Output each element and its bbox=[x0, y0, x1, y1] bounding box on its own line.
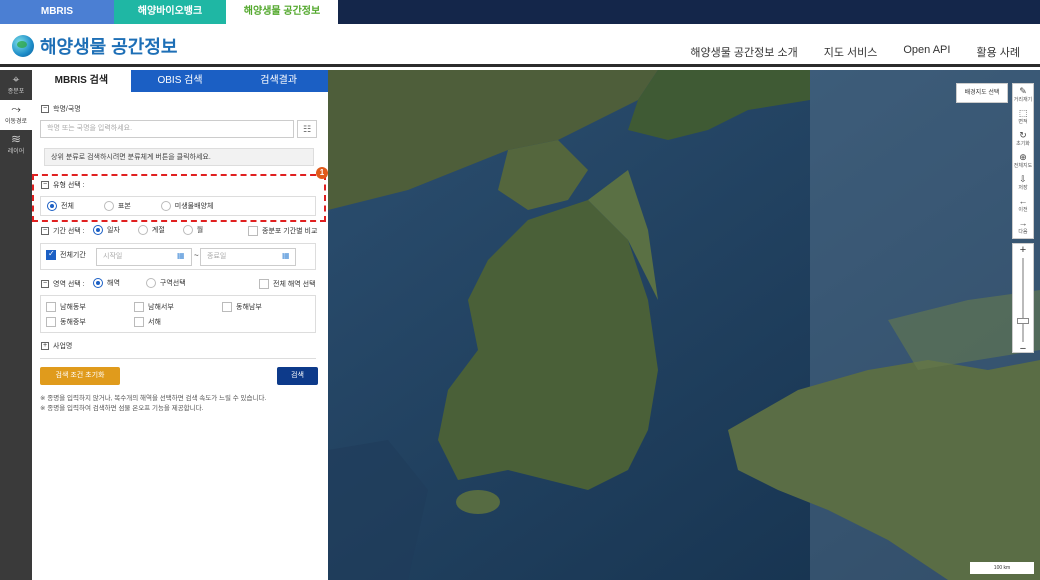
rail-migration[interactable]: ⤳ 이동경로 bbox=[0, 100, 32, 130]
minus-icon: − bbox=[41, 227, 49, 235]
zoom-slider-track[interactable] bbox=[1017, 258, 1029, 342]
type-all-radio[interactable]: 전체 bbox=[47, 201, 74, 211]
period-month-radio[interactable]: 월 bbox=[182, 225, 203, 235]
top-tab-bar: MBRIS 해양바이오뱅크 해양생물 공간정보 bbox=[0, 0, 1040, 24]
route-icon: ⤳ bbox=[11, 102, 21, 116]
main-nav: 해양생물 공간정보 소개 지도 서비스 Open API 활용 사례 bbox=[690, 44, 1020, 60]
taxonomy-button[interactable]: ☷ bbox=[297, 120, 317, 138]
logo-text: 해양생물 공간정보 bbox=[40, 37, 178, 57]
nav-intro[interactable]: 해양생물 공간정보 소개 bbox=[690, 44, 797, 60]
period-title[interactable]: − 기간 선택 : bbox=[41, 226, 85, 236]
all-sea-checkbox[interactable]: 전체 해역 선택 bbox=[259, 279, 316, 289]
refresh-icon: ↻ bbox=[1019, 130, 1027, 140]
classify-info: 상위 분류로 검색하시려면 분류체계 버튼을 클릭하세요. bbox=[44, 148, 314, 166]
region-checkbox[interactable]: 동해중부 bbox=[46, 317, 86, 327]
minus-icon: − bbox=[41, 280, 49, 288]
nav-map-service[interactable]: 지도 서비스 bbox=[824, 44, 878, 60]
ruler-icon: ✎ bbox=[1019, 86, 1027, 96]
type-options: 전체 표본 미생물배양체 bbox=[40, 196, 316, 216]
region-checkbox[interactable]: 서해 bbox=[134, 317, 161, 327]
nav-open-api[interactable]: Open API bbox=[903, 44, 950, 60]
project-title[interactable]: + 사업명 bbox=[41, 341, 72, 351]
zoom-out-button[interactable]: − bbox=[1013, 344, 1033, 355]
tab-search-results[interactable]: 검색결과 bbox=[229, 70, 329, 92]
region-checkbox[interactable]: 남해동부 bbox=[46, 302, 86, 312]
rail-distribution[interactable]: ⌖ 종분포 bbox=[0, 70, 32, 100]
download-icon: ⇩ bbox=[1019, 174, 1027, 184]
tab-obis-search[interactable]: OBIS 검색 bbox=[130, 70, 230, 92]
globe-logo-icon bbox=[12, 35, 34, 57]
minus-icon: − bbox=[41, 105, 49, 113]
tab-marine-biobank[interactable]: 해양바이오뱅크 bbox=[114, 0, 226, 24]
sci-name-title[interactable]: − 학명/국명 bbox=[41, 104, 81, 114]
scale-bar: 100 km bbox=[970, 562, 1034, 574]
type-specimen-radio[interactable]: 표본 bbox=[103, 201, 131, 211]
tab-mbris-search[interactable]: MBRIS 검색 bbox=[32, 70, 131, 92]
type-title[interactable]: − 유형 선택 : bbox=[41, 180, 85, 190]
region-list bbox=[40, 295, 316, 333]
region-checkbox[interactable]: 동해남부 bbox=[222, 302, 262, 312]
area-select-radio[interactable]: 구역선택 bbox=[145, 278, 186, 288]
satellite-map[interactable] bbox=[328, 70, 1040, 580]
full-map-tool[interactable]: ⊕ 전체지도 bbox=[1013, 150, 1033, 172]
next-tool[interactable]: → 다음 bbox=[1013, 216, 1033, 238]
section-label: 학명/국명 bbox=[53, 106, 81, 113]
reset-button[interactable]: 검색 조건 초기화 bbox=[40, 367, 120, 385]
reset-tool[interactable]: ↻ 초기화 bbox=[1013, 128, 1033, 150]
left-rail: ⌖ 종분포 ⤳ 이동경로 ≋ 레이어 bbox=[0, 70, 32, 580]
type-microbe-radio[interactable]: 미생물배양체 bbox=[160, 201, 213, 211]
zoom-in-button[interactable]: + bbox=[1013, 244, 1033, 256]
arrow-left-icon: ← bbox=[1018, 196, 1028, 206]
zoom-slider-handle[interactable] bbox=[1017, 318, 1029, 324]
rail-layer[interactable]: ≋ 레이어 bbox=[0, 130, 32, 160]
area-tool[interactable]: ⬚ 면적 bbox=[1013, 106, 1033, 128]
prev-tool[interactable]: ← 이전 bbox=[1013, 194, 1033, 216]
layers-icon: ≋ bbox=[10, 132, 22, 146]
map-imagery[interactable] bbox=[328, 70, 1040, 580]
site-logo[interactable]: 해양생물 공간정보 bbox=[12, 33, 177, 59]
rail-label: 이동경로 bbox=[4, 119, 28, 125]
minus-icon: − bbox=[41, 181, 49, 189]
nav-use-cases[interactable]: 활용 사례 bbox=[976, 44, 1020, 60]
section-label: 기간 선택 : bbox=[53, 228, 85, 235]
step-badge: 1 bbox=[316, 167, 328, 179]
plus-icon: + bbox=[41, 342, 49, 350]
region-checkbox[interactable]: 남해서부 bbox=[134, 302, 174, 312]
section-label: 사업명 bbox=[53, 343, 73, 350]
note-line: ※ 종명을 입력하지 않거나, 복수개의 해역을 선택하면 검색 속도가 느릴 … bbox=[40, 395, 267, 402]
calendar-icon[interactable]: ▦ bbox=[177, 251, 185, 260]
tab-mbris[interactable]: MBRIS bbox=[0, 0, 114, 24]
distance-tool[interactable]: ✎ 거리재기 bbox=[1013, 84, 1033, 106]
note-line: ※ 종명을 입력하여 검색하면 섬물 온오프 기능을 제공합니다. bbox=[40, 405, 204, 412]
period-compare-checkbox[interactable]: 종분포 기간별 비교 bbox=[248, 226, 317, 236]
pin-icon: ⌖ bbox=[12, 72, 20, 86]
sci-name-input[interactable]: 학명 또는 국명을 입력하세요. bbox=[40, 120, 294, 138]
period-options: 일자 계절 월 bbox=[93, 225, 215, 235]
section-label: 유형 선택 : bbox=[53, 182, 85, 189]
search-button[interactable]: 검색 bbox=[277, 367, 318, 385]
all-period-checkbox[interactable]: 전체기간 bbox=[46, 249, 86, 260]
panel-tabs: MBRIS 검색 OBIS 검색 검색결과 bbox=[32, 70, 329, 92]
area-title[interactable]: − 영역 선택 : bbox=[41, 279, 85, 289]
period-season-radio[interactable]: 계절 bbox=[137, 225, 165, 235]
zoom-control: + − bbox=[1012, 243, 1034, 355]
site-header: 해양생물 공간정보 해양생물 공간정보 소개 지도 서비스 Open API 활… bbox=[0, 24, 1040, 67]
tab-marine-spatial[interactable]: 해양생물 공간정보 bbox=[226, 0, 338, 24]
rail-label: 레이어 bbox=[7, 149, 25, 155]
globe-icon: ⊕ bbox=[1019, 152, 1027, 162]
save-tool[interactable]: ⇩ 저장 bbox=[1013, 172, 1033, 194]
rail-label: 종분포 bbox=[7, 89, 25, 95]
calendar-icon[interactable]: ▦ bbox=[282, 251, 290, 260]
area-icon: ⬚ bbox=[1018, 108, 1028, 118]
range-separator: ~ bbox=[194, 251, 199, 260]
area-sea-radio[interactable]: 해역 bbox=[93, 278, 120, 288]
map-toolbar: ✎ 거리재기 ⬚ 면적 ↻ 초기화 ⊕ 전체지도 ⇩ 저장 ← 이전 → 다음 bbox=[1012, 83, 1034, 239]
divider bbox=[40, 358, 316, 359]
area-options: 해역 구역선택 bbox=[93, 278, 198, 288]
period-day-radio[interactable]: 일자 bbox=[93, 225, 120, 235]
arrow-right-icon: → bbox=[1018, 218, 1028, 228]
bg-map-select-button[interactable]: 배경지도 선택 bbox=[956, 83, 1008, 103]
section-label: 영역 선택 : bbox=[53, 281, 85, 288]
